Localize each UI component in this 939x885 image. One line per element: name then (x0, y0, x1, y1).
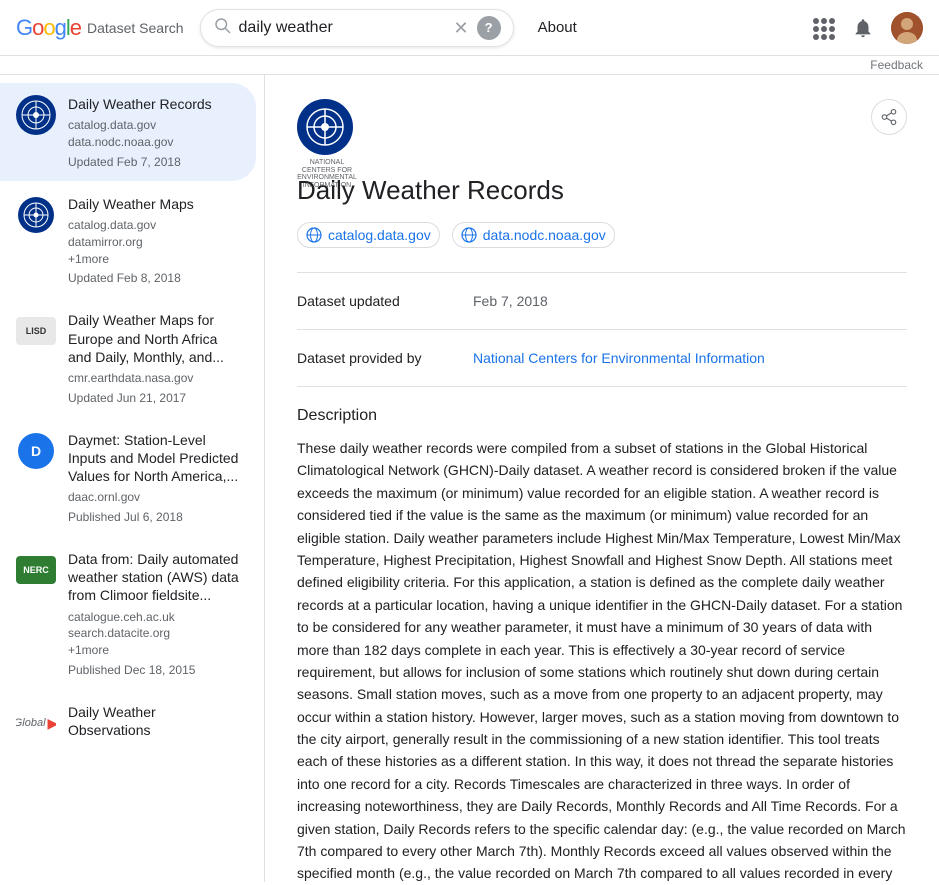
search-help-button[interactable]: ? (477, 16, 501, 40)
source-label-nodc: data.nodc.noaa.gov (483, 227, 606, 243)
divider-2 (297, 329, 907, 330)
sidebar-item-title4: Daymet: Station-Level Inputs and Model P… (68, 431, 240, 486)
about-link[interactable]: About (538, 19, 577, 36)
feedback-bar: Feedback (0, 56, 939, 75)
sidebar: Daily Weather Records catalog.data.gov d… (0, 75, 265, 882)
detail-noaa-logo: NATIONAL CENTERS FORENVIRONMENTALINFORMA… (297, 99, 357, 159)
dataset-updated-value: Feb 7, 2018 (473, 293, 548, 309)
sidebar-item-date: Updated Feb 7, 2018 (68, 155, 240, 169)
sidebar-item-title5: Data from: Daily automated weather stati… (68, 550, 240, 605)
dataset-updated-label: Dataset updated (297, 293, 457, 309)
sidebar-item-content: Daily Weather Records catalog.data.gov d… (68, 95, 240, 169)
divider-1 (297, 272, 907, 273)
main-layout: Daily Weather Records catalog.data.gov d… (0, 75, 939, 882)
google-logo: Google (16, 15, 81, 41)
divider-3 (297, 386, 907, 387)
sidebar-item-daily-weather-maps[interactable]: Daily Weather Maps catalog.data.gov data… (0, 183, 256, 298)
sidebar-item-content2: Daily Weather Maps catalog.data.gov data… (68, 195, 240, 286)
sidebar-item-date3: Updated Jun 21, 2017 (68, 391, 240, 405)
sidebar-item-title3: Daily Weather Maps for Europe and North … (68, 311, 240, 366)
user-avatar[interactable] (891, 12, 923, 44)
sidebar-logo-lisd: LISD (16, 311, 56, 351)
sidebar-item-content6: Daily Weather Observations (68, 703, 240, 743)
source-chip-catalog[interactable]: catalog.data.gov (297, 222, 440, 248)
sidebar-item-title2: Daily Weather Maps (68, 195, 240, 213)
sidebar-item-date2: Updated Feb 8, 2018 (68, 271, 240, 285)
sidebar-item-daily-weather-maps-europe[interactable]: LISD Daily Weather Maps for Europe and N… (0, 299, 256, 416)
search-input[interactable] (239, 19, 446, 37)
search-icon (213, 16, 231, 39)
sidebar-item-title: Daily Weather Records (68, 95, 240, 113)
detail-panel: NATIONAL CENTERS FORENVIRONMENTALINFORMA… (265, 75, 939, 882)
header: Google Dataset Search ✕ ? About (0, 0, 939, 56)
logo-container: Google Dataset Search (16, 15, 184, 41)
search-bar: ✕ ? (200, 9, 514, 47)
dataset-provided-row: Dataset provided by National Centers for… (297, 350, 907, 366)
sidebar-item-meta3: cmr.earthdata.nasa.gov (68, 370, 240, 387)
sidebar-item-aws-climoor[interactable]: NERC Data from: Daily automated weather … (0, 538, 256, 689)
logo-subtitle: Dataset Search (87, 20, 184, 36)
dataset-provider-link[interactable]: National Centers for Environmental Infor… (473, 350, 765, 366)
share-button[interactable] (871, 99, 907, 135)
sidebar-logo-noaa (16, 95, 56, 135)
sidebar-item-title6: Daily Weather Observations (68, 703, 240, 739)
sidebar-item-daymet[interactable]: D Daymet: Station-Level Inputs and Model… (0, 419, 256, 536)
dataset-updated-row: Dataset updated Feb 7, 2018 (297, 293, 907, 309)
sidebar-item-date4: Published Jul 6, 2018 (68, 510, 240, 524)
description-text: These daily weather records were compile… (297, 437, 907, 882)
sidebar-item-content3: Daily Weather Maps for Europe and North … (68, 311, 240, 404)
sidebar-logo-global: Global ▶ (16, 703, 56, 743)
clear-search-button[interactable]: ✕ (454, 19, 469, 37)
description-label: Description (297, 407, 907, 425)
sidebar-item-meta5: catalogue.ceh.ac.uk search.datacite.org … (68, 609, 240, 659)
sidebar-item-meta: catalog.data.gov data.nodc.noaa.gov (68, 117, 240, 151)
sidebar-item-meta4: daac.ornl.gov (68, 489, 240, 506)
sidebar-logo-daymet: D (16, 431, 56, 471)
sidebar-item-daily-weather-observations[interactable]: Global ▶ Daily Weather Observations (0, 691, 256, 755)
sidebar-item-content4: Daymet: Station-Level Inputs and Model P… (68, 431, 240, 524)
detail-title: Daily Weather Records (297, 175, 907, 206)
detail-header: NATIONAL CENTERS FORENVIRONMENTALINFORMA… (297, 99, 907, 159)
sidebar-item-date5: Published Dec 18, 2015 (68, 663, 240, 677)
sidebar-logo-noaa2 (16, 195, 56, 235)
sidebar-item-daily-weather-records[interactable]: Daily Weather Records catalog.data.gov d… (0, 83, 256, 181)
apps-button[interactable] (811, 16, 835, 40)
dataset-provided-label: Dataset provided by (297, 350, 457, 366)
sidebar-logo-nerc: NERC (16, 550, 56, 590)
notifications-button[interactable] (851, 16, 875, 40)
sidebar-item-content5: Data from: Daily automated weather stati… (68, 550, 240, 677)
detail-sources: catalog.data.gov data.nodc.noaa.gov (297, 222, 907, 248)
feedback-label[interactable]: Feedback (870, 58, 923, 72)
sidebar-item-meta2: catalog.data.gov datamirror.org +1more (68, 217, 240, 267)
source-chip-nodc[interactable]: data.nodc.noaa.gov (452, 222, 615, 248)
source-label-catalog: catalog.data.gov (328, 227, 431, 243)
